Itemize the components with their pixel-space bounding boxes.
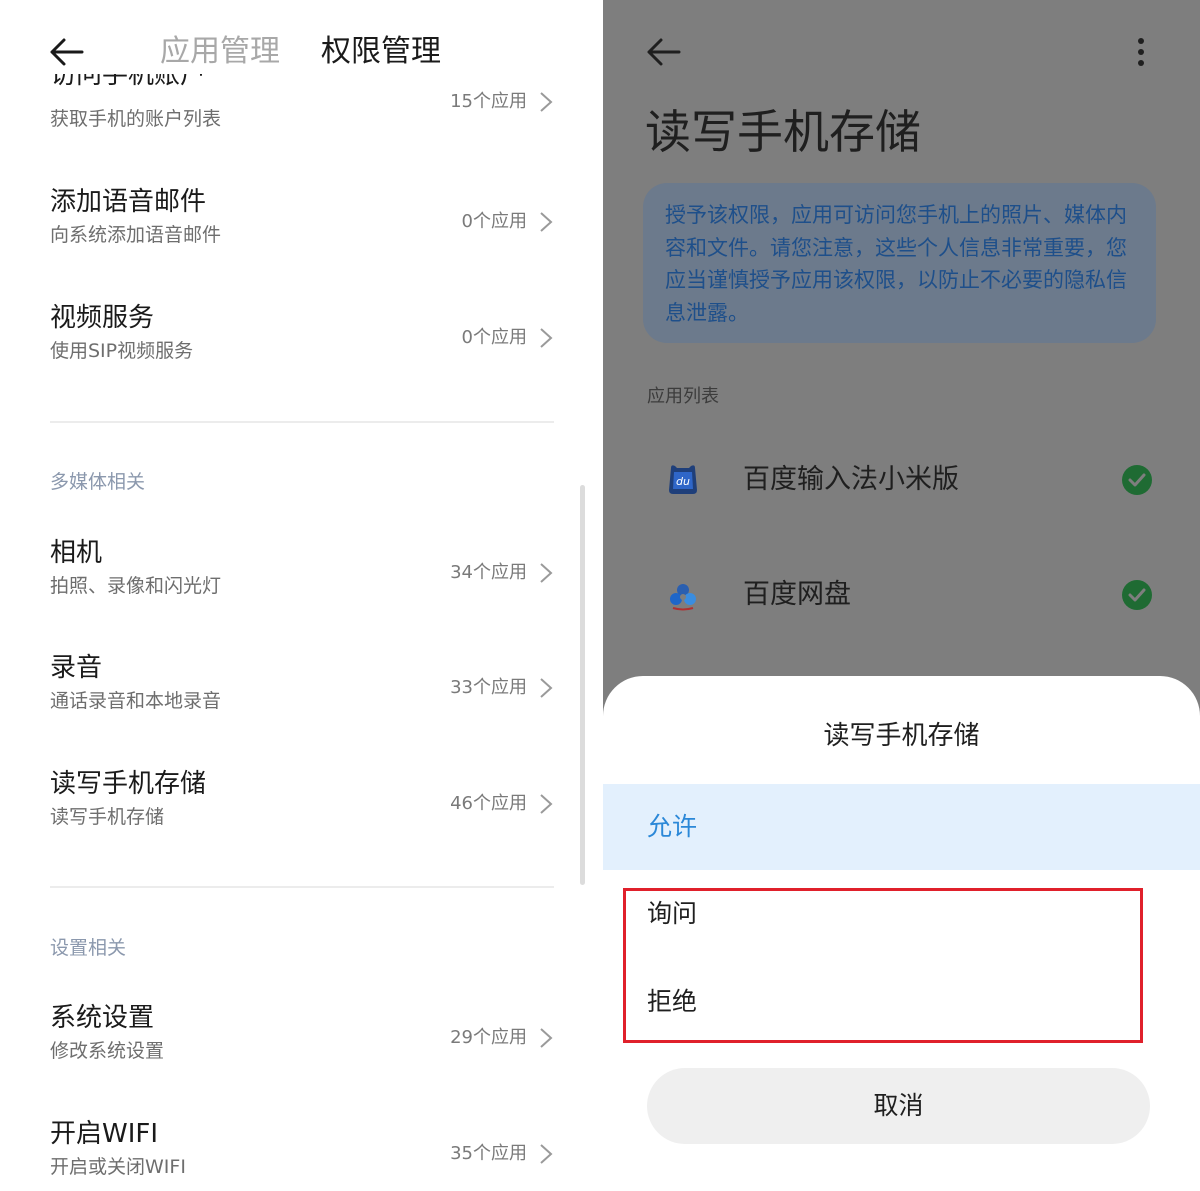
cancel-button[interactable]: 取消	[647, 1068, 1150, 1144]
permission-manage-screen: 应用管理 权限管理 访问手机账户 获取手机的账户列表 15个应用 添加语音邮件 …	[0, 0, 603, 1191]
perm-item-count: 46个应用	[450, 793, 527, 814]
perm-item-subtitle: 开启或关闭WIFI	[50, 1156, 186, 1178]
tab-permission-manage[interactable]: 权限管理	[321, 30, 441, 74]
highlight-annotation-box	[623, 888, 1143, 1043]
perm-item-accounts[interactable]: 访问手机账户 获取手机的账户列表 15个应用	[50, 74, 555, 154]
perm-item-title: 开启WIFI	[50, 1119, 158, 1149]
chevron-right-icon	[540, 1028, 553, 1048]
svg-text:du: du	[676, 475, 690, 488]
option-allow-label: 允许	[647, 812, 698, 841]
perm-item-subtitle: 读写手机存储	[50, 806, 165, 828]
perm-item-title: 添加语音邮件	[50, 187, 207, 217]
chevron-right-icon	[540, 794, 553, 814]
perm-item-count: 33个应用	[450, 677, 527, 698]
app-name: 百度网盘	[743, 579, 851, 610]
perm-item-count: 29个应用	[450, 1027, 527, 1048]
perm-item-title: 读写手机存储	[50, 769, 207, 799]
permission-notice: 授予该权限，应用可访问您手机上的照片、媒体内容和文件。请您注意，这些个人信息非常…	[643, 183, 1156, 343]
perm-item-camera[interactable]: 相机 拍照、录像和闪光灯 34个应用	[50, 536, 555, 616]
section-label-media: 多媒体相关	[50, 471, 146, 493]
option-allow[interactable]: 允许	[603, 784, 1200, 870]
app-row[interactable]: du 百度输入法小米版	[663, 450, 1163, 510]
tab-app-manage[interactable]: 应用管理	[160, 30, 280, 74]
section-divider	[50, 421, 554, 423]
page-title: 读写手机存储	[645, 105, 921, 159]
perm-item-subtitle: 获取手机的账户列表	[50, 108, 222, 130]
check-circle-icon[interactable]	[1120, 578, 1154, 612]
perm-item-count: 0个应用	[461, 327, 527, 348]
perm-item-count: 34个应用	[450, 562, 527, 583]
perm-item-subtitle: 修改系统设置	[50, 1040, 165, 1062]
more-vertical-icon[interactable]	[1135, 36, 1147, 68]
baidu-netdisk-icon	[670, 584, 696, 611]
perm-item-subtitle: 向系统添加语音邮件	[50, 224, 222, 246]
baidu-input-icon: du	[669, 465, 697, 494]
check-circle-icon[interactable]	[1120, 463, 1154, 497]
scrollbar[interactable]	[580, 485, 585, 885]
perm-item-title: 系统设置	[50, 1003, 155, 1033]
storage-permission-screen: 读写手机存储 授予该权限，应用可访问您手机上的照片、媒体内容和文件。请您注意，这…	[603, 0, 1200, 1191]
perm-item-subtitle: 使用SIP视频服务	[50, 340, 194, 362]
back-arrow-icon[interactable]	[48, 36, 84, 68]
app-name: 百度输入法小米版	[743, 464, 959, 495]
perm-item-subtitle: 通话录音和本地录音	[50, 690, 222, 712]
perm-item-subtitle: 拍照、录像和闪光灯	[50, 575, 222, 597]
perm-item-count: 15个应用	[450, 91, 527, 112]
perm-item-count: 35个应用	[450, 1143, 527, 1164]
back-arrow-icon[interactable]	[645, 36, 681, 68]
chevron-right-icon	[540, 1144, 553, 1164]
perm-item-title: 视频服务	[50, 303, 155, 333]
app-row[interactable]: 百度网盘	[663, 565, 1163, 625]
chevron-right-icon	[540, 563, 553, 583]
permission-bottom-sheet: 读写手机存储 允许 询问 拒绝 取消	[603, 676, 1200, 1191]
sheet-title: 读写手机存储	[823, 721, 980, 751]
app-list-label: 应用列表	[647, 386, 719, 407]
perm-item-video-service[interactable]: 视频服务 使用SIP视频服务 0个应用	[50, 301, 555, 381]
perm-item-storage[interactable]: 读写手机存储 读写手机存储 46个应用	[50, 767, 555, 847]
section-label-settings: 设置相关	[50, 937, 127, 959]
chevron-right-icon	[540, 212, 553, 232]
perm-item-count: 0个应用	[461, 211, 527, 232]
perm-item-title: 相机	[50, 538, 103, 568]
perm-item-wifi[interactable]: 开启WIFI 开启或关闭WIFI 35个应用	[50, 1117, 555, 1191]
section-divider	[50, 886, 554, 888]
perm-item-voicemail[interactable]: 添加语音邮件 向系统添加语音邮件 0个应用	[50, 185, 555, 265]
chevron-right-icon	[540, 328, 553, 348]
chevron-right-icon	[540, 92, 553, 112]
perm-item-system-settings[interactable]: 系统设置 修改系统设置 29个应用	[50, 1001, 555, 1081]
chevron-right-icon	[540, 678, 553, 698]
perm-item-record[interactable]: 录音 通话录音和本地录音 33个应用	[50, 651, 555, 731]
perm-item-title: 录音	[50, 653, 103, 683]
